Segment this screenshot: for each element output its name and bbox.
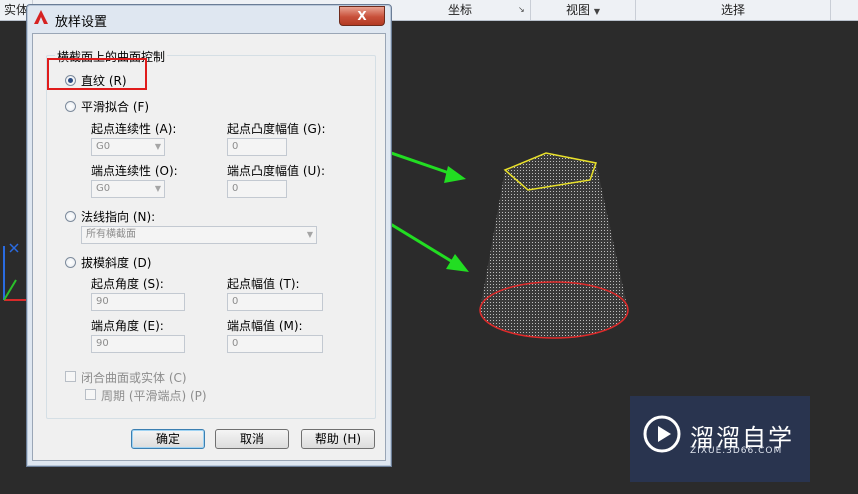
close-button[interactable]: X [339,6,385,26]
smooth-fit-radio[interactable] [65,101,76,112]
help-button[interactable]: 帮助 (H) [301,429,375,449]
end-magnitude-input[interactable]: 0 [227,335,323,353]
start-continuity-label: 起点连续性 (A): [91,122,177,136]
start-continuity-select[interactable]: G0 ▼ [91,138,165,156]
chevron-down-icon: ▼ [154,142,161,151]
dialog-title: 放样设置 [55,15,108,30]
dialog-client-area: 横截面上的曲面控制 直纹 (R) 平滑拟合 (F) 起点连续性 (A): G0 … [32,33,386,461]
start-angle-label: 起点角度 (S): [91,277,164,291]
end-bulge-input[interactable]: 0 [227,180,287,198]
end-continuity-select[interactable]: G0 ▼ [91,180,165,198]
start-magnitude-label: 起点幅值 (T): [227,277,300,291]
draft-angle-radio[interactable] [65,257,76,268]
dialog-titlebar[interactable]: 放样设置 X [27,5,391,33]
draft-angle-label[interactable]: 拔模斜度 (D) [81,254,151,271]
normal-to-radio[interactable] [65,211,76,222]
ruled-highlight-box [47,58,147,90]
end-angle-input[interactable]: 90 [91,335,185,353]
end-angle-label: 端点角度 (E): [91,319,164,333]
periodic-checkbox[interactable] [85,389,96,400]
autocad-logo-icon [34,10,48,24]
cancel-button[interactable]: 取消 [215,429,289,449]
ok-button[interactable]: 确定 [131,429,205,449]
start-angle-input[interactable]: 90 [91,293,185,311]
periodic-label[interactable]: 周期 (平滑端点) (P) [101,387,207,404]
end-continuity-value: G0 [96,183,111,194]
end-magnitude-label: 端点幅值 (M): [227,319,303,333]
end-bulge-label: 端点凸度幅值 (U): [227,164,326,178]
normal-to-label[interactable]: 法线指向 (N): [81,208,155,225]
normal-to-value: 所有横截面 [86,229,136,240]
start-bulge-label: 起点凸度幅值 (G): [227,122,326,136]
end-continuity-label: 端点连续性 (O): [91,164,178,178]
play-logo-icon [643,415,681,453]
start-magnitude-input[interactable]: 0 [227,293,323,311]
chevron-down-icon: ▼ [154,184,161,193]
start-bulge-input[interactable]: 0 [227,138,287,156]
watermark-subtitle: ZIXUE.3D66.COM [690,446,783,456]
smooth-fit-label[interactable]: 平滑拟合 (F) [81,98,149,115]
start-continuity-value: G0 [96,141,111,152]
chevron-down-icon: ▼ [306,230,313,239]
close-surface-checkbox[interactable] [65,371,76,382]
close-surface-label[interactable]: 闭合曲面或实体 (C) [81,369,187,386]
normal-to-select[interactable]: 所有横截面 ▼ [81,226,317,244]
